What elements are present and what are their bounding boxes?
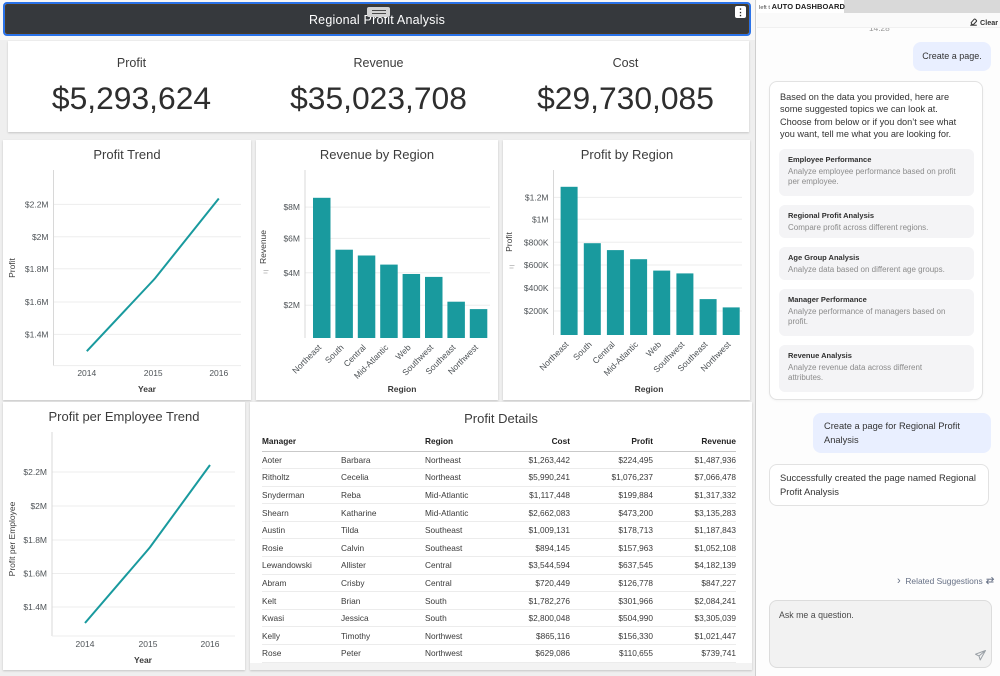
svg-text:$800K: $800K xyxy=(524,237,549,247)
svg-text:2014: 2014 xyxy=(77,368,96,378)
svg-text:$2.2M: $2.2M xyxy=(23,467,47,477)
svg-text:Profit: Profit xyxy=(504,231,514,251)
svg-text:2014: 2014 xyxy=(76,639,95,649)
svg-text:$2M: $2M xyxy=(283,300,300,310)
svg-text:2016: 2016 xyxy=(209,368,228,378)
svg-text:$1.2M: $1.2M xyxy=(525,192,549,202)
svg-text:Web: Web xyxy=(393,342,413,362)
svg-text:$400K: $400K xyxy=(524,283,549,293)
svg-text:$1.6M: $1.6M xyxy=(23,569,47,579)
svg-text:2015: 2015 xyxy=(139,639,158,649)
svg-text:$1.4M: $1.4M xyxy=(25,329,49,339)
svg-text:2016: 2016 xyxy=(201,639,220,649)
svg-text:2015: 2015 xyxy=(144,368,163,378)
svg-text:Revenue: Revenue xyxy=(258,230,268,264)
svg-text:$8M: $8M xyxy=(283,202,300,212)
svg-text:Profit by Region: Profit by Region xyxy=(581,147,674,162)
svg-text:$6M: $6M xyxy=(283,233,300,243)
svg-text:$600K: $600K xyxy=(524,260,549,270)
svg-text:$200K: $200K xyxy=(524,306,549,316)
svg-text:Profit per Employee: Profit per Employee xyxy=(7,501,17,576)
svg-text:$1.4M: $1.4M xyxy=(23,602,47,612)
svg-text:$1.6M: $1.6M xyxy=(25,297,49,307)
svg-text:Region: Region xyxy=(388,384,417,394)
svg-text:$1M: $1M xyxy=(532,214,549,224)
svg-text:$2M: $2M xyxy=(32,232,49,242)
svg-text:$4M: $4M xyxy=(283,268,300,278)
svg-text:$2M: $2M xyxy=(30,501,47,511)
svg-text:Year: Year xyxy=(134,655,153,665)
svg-text:Region: Region xyxy=(635,384,664,394)
svg-text:Revenue by Region: Revenue by Region xyxy=(320,147,434,162)
svg-text:$1.8M: $1.8M xyxy=(25,264,49,274)
svg-text:Northeast: Northeast xyxy=(537,339,571,373)
svg-text:Profit Trend: Profit Trend xyxy=(93,147,160,162)
svg-text:Year: Year xyxy=(138,384,157,394)
svg-text:Web: Web xyxy=(644,339,664,359)
svg-text:$1.8M: $1.8M xyxy=(23,535,47,545)
svg-text:Profit: Profit xyxy=(7,257,17,277)
svg-text:$2.2M: $2.2M xyxy=(25,199,49,209)
svg-text:Northeast: Northeast xyxy=(290,342,324,376)
svg-text:Profit per Employee Trend: Profit per Employee Trend xyxy=(48,409,199,424)
